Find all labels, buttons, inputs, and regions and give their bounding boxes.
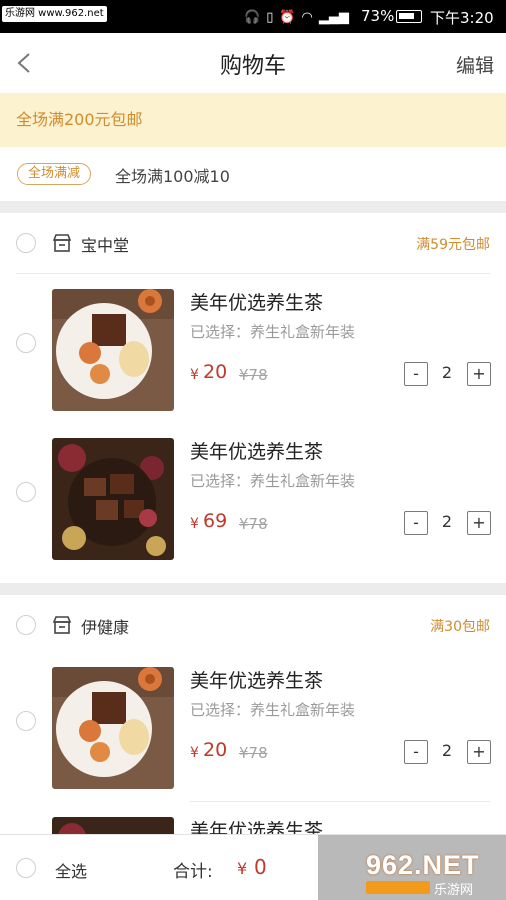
shop-header: 伊健康 满30包邮	[0, 595, 506, 655]
cart-item[interactable]: 美年优选养生茶 已选择：养生礼盒新年装 ¥ 69 ¥78 - 2 +	[0, 423, 506, 573]
select-all-label[interactable]: 全选	[55, 858, 87, 882]
total-label: 合计:	[173, 862, 213, 882]
item-price: 20	[203, 739, 228, 761]
promo-badge: 全场满减	[17, 163, 92, 185]
shop-name[interactable]: 宝中堂	[81, 232, 129, 256]
item-select-radio[interactable]	[16, 711, 36, 731]
item-option[interactable]: 已选择：养生礼盒新年装	[190, 699, 355, 720]
shop-select-radio[interactable]	[16, 233, 36, 253]
qty-value: 2	[441, 512, 453, 531]
item-option[interactable]: 已选择：养生礼盒新年装	[190, 321, 355, 342]
qty-value: 2	[441, 741, 453, 760]
product-image[interactable]	[52, 438, 174, 560]
watermark-logo-text: 962.NET	[366, 850, 480, 880]
select-all-radio[interactable]	[16, 858, 36, 878]
shop-shipping-info: 满30包邮	[430, 619, 490, 635]
price-currency: ¥	[190, 367, 199, 383]
product-image[interactable]	[52, 289, 174, 411]
watermark-sub-text: 乐游网	[434, 883, 474, 898]
item-title[interactable]: 美年优选养生茶	[190, 666, 323, 693]
watermark-label: 乐游网 www.962.net	[2, 6, 107, 22]
qty-increase-button[interactable]: +	[467, 362, 491, 386]
product-image[interactable]	[52, 817, 174, 834]
item-price: 69	[203, 510, 228, 532]
clock: 下午3:20	[430, 9, 494, 27]
item-original-price: ¥78	[239, 366, 268, 384]
shop-name[interactable]: 伊健康	[81, 614, 129, 638]
vibrate-icon: ▯	[266, 9, 274, 25]
qty-value: 2	[441, 363, 453, 382]
section-gap	[0, 583, 506, 595]
item-title[interactable]: 美年优选养生茶	[190, 816, 323, 834]
product-image[interactable]	[52, 667, 174, 789]
signal-4g-icon: ▂▄▆	[318, 9, 349, 25]
headset-icon: 🎧	[244, 9, 261, 25]
item-option[interactable]: 已选择：养生礼盒新年装	[190, 470, 355, 491]
item-select-radio[interactable]	[16, 333, 36, 353]
qty-decrease-button[interactable]: -	[404, 511, 428, 535]
total-value: 0	[254, 855, 267, 879]
qty-increase-button[interactable]: +	[467, 740, 491, 764]
wifi-icon: ◠	[301, 9, 313, 25]
shop-shipping-info: 满59元包邮	[416, 237, 490, 253]
battery-percent: 73%	[361, 7, 395, 25]
price-currency: ¥	[190, 516, 199, 532]
item-title[interactable]: 美年优选养生茶	[190, 437, 323, 464]
status-bar: 乐游网 www.962.net 🎧 ▯ ⏰ ◠ ▂▄▆ 73% 下午3:20	[0, 0, 506, 33]
price-currency: ¥	[190, 745, 199, 761]
total-currency: ¥	[237, 859, 248, 878]
qty-decrease-button[interactable]: -	[404, 740, 428, 764]
section-gap	[0, 201, 506, 213]
item-select-radio[interactable]	[16, 482, 36, 502]
item-original-price: ¥78	[239, 744, 268, 762]
shop-select-radio[interactable]	[16, 615, 36, 635]
nav-bar: 购物车 编辑	[0, 33, 506, 93]
qty-decrease-button[interactable]: -	[404, 362, 428, 386]
site-watermark: 962.NET 乐游网	[366, 850, 502, 898]
qty-increase-button[interactable]: +	[467, 511, 491, 535]
watermark-bar	[366, 881, 430, 894]
cart-item[interactable]: 美年优选养生茶 已选择：养生礼盒新年装 ¥ 20 ¥78 - 2 +	[0, 652, 506, 802]
alarm-icon: ⏰	[279, 9, 296, 25]
free-shipping-notice: 全场满200元包邮	[0, 93, 506, 147]
page-title: 购物车	[219, 54, 286, 79]
cart-item[interactable]: 美年优选养生茶 已选择：养生礼盒新年装 ¥ 20 ¥78 - 2 +	[0, 274, 506, 424]
store-icon	[52, 616, 72, 634]
promo-text: 全场满100减10	[115, 167, 230, 186]
shop-header: 宝中堂 满59元包邮	[0, 213, 506, 273]
battery-icon	[396, 10, 422, 23]
item-original-price: ¥78	[239, 515, 268, 533]
edit-button[interactable]: 编辑	[456, 51, 494, 78]
cart-item[interactable]: 美年优选养生茶	[0, 802, 506, 834]
store-icon	[52, 234, 72, 252]
item-title[interactable]: 美年优选养生茶	[190, 288, 323, 315]
promo-row: 全场满减 全场满100减10	[0, 147, 506, 201]
status-icons: 🎧 ▯ ⏰ ◠ ▂▄▆	[244, 8, 349, 26]
item-price: 20	[203, 361, 228, 383]
